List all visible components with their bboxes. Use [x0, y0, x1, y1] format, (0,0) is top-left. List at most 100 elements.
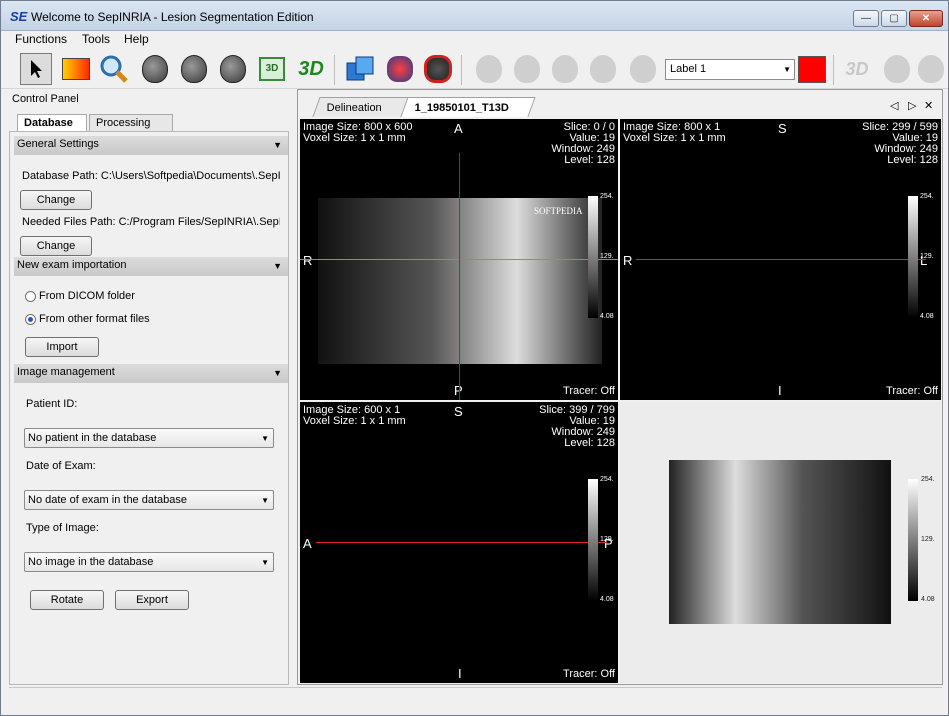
pane-info-left: Image Size: 800 x 1 Voxel Size: 1 x 1 mm	[623, 122, 726, 144]
window-title: Welcome to SepINRIA - Lesion Segmentatio…	[31, 10, 314, 24]
toolbar-separator	[833, 55, 834, 85]
brain-disabled-icon	[590, 55, 616, 83]
tab-exam[interactable]: 1_19850101_T13D	[400, 97, 536, 117]
gradient-icon	[62, 58, 90, 80]
multi-view-tool[interactable]: 3D	[256, 53, 288, 85]
colorbar-min: 4.08	[600, 313, 614, 320]
chevron-down-icon: ▼	[261, 558, 269, 567]
date-of-exam-select[interactable]: No date of exam in the database ▼	[24, 490, 274, 510]
colorbar-max: 254.	[920, 193, 934, 200]
orientation-top: S	[454, 404, 463, 419]
patient-id-select[interactable]: No patient in the database ▼	[24, 428, 274, 448]
coronal-view-tool[interactable]	[178, 53, 210, 85]
pane-info-right: Slice: 0 / 0 Value: 19 Window: 249 Level…	[551, 122, 615, 166]
brain-disabled-icon	[514, 55, 540, 83]
tracer-status: Tracer: Off	[563, 668, 615, 680]
brain-coronal-icon	[181, 55, 207, 83]
chevron-down-icon: ▼	[261, 434, 269, 443]
3d-disabled-icon: 3D	[845, 58, 869, 79]
collapse-triangle-icon: ▼	[273, 261, 282, 271]
axial-view-pane[interactable]: Image Size: 800 x 600 Voxel Size: 1 x 1 …	[300, 119, 618, 400]
axial-view-tool[interactable]	[139, 53, 171, 85]
disabled-tool	[881, 53, 913, 85]
zoom-tool[interactable]	[98, 53, 130, 85]
tab-prev-icon[interactable]: ◁	[890, 99, 898, 112]
brain-red-arrows-icon	[424, 55, 452, 83]
collapse-triangle-icon: ▼	[273, 140, 282, 150]
sagittal-view-pane[interactable]: Image Size: 600 x 1 Voxel Size: 1 x 1 mm…	[300, 402, 618, 683]
tab-label: Delineation	[326, 102, 382, 114]
import-button[interactable]: Import	[25, 337, 99, 357]
change-needed-files-button[interactable]: Change	[20, 236, 92, 256]
colorbar-mid: 129.	[600, 536, 614, 543]
menu-help[interactable]: Help	[124, 32, 149, 46]
database-path-label: Database Path: C:\Users\Softpedia\Docume…	[22, 170, 280, 182]
new-exam-importation-header[interactable]: New exam importation ▼	[14, 257, 288, 276]
disabled-3d-tool: 3D	[841, 53, 873, 85]
minimize-button[interactable]: —	[853, 10, 879, 27]
tab-close-icon[interactable]: ✕	[924, 99, 933, 112]
segment-tool[interactable]	[384, 53, 416, 85]
export-button[interactable]: Export	[115, 590, 189, 610]
general-settings-header[interactable]: General Settings ▼	[14, 136, 288, 155]
coronal-view-pane[interactable]: Image Size: 800 x 1 Voxel Size: 1 x 1 mm…	[620, 119, 941, 400]
menu-tools[interactable]: Tools	[82, 32, 110, 46]
3d-view-pane[interactable]: 254. 129. 4.08	[620, 402, 941, 683]
voxel-size-text: Voxel Size: 1 x 1 mm	[623, 132, 726, 144]
sagittal-view-tool[interactable]	[217, 53, 249, 85]
needed-files-path-label: Needed Files Path: C:/Program Files/SepI…	[22, 216, 280, 228]
colorbar	[908, 196, 918, 318]
pointer-tool[interactable]	[20, 53, 52, 85]
tab-delineation[interactable]: Delineation	[312, 97, 410, 117]
control-panel-title: Control Panel	[12, 93, 79, 105]
label-color-swatch[interactable]	[798, 56, 826, 83]
colorbar-mid: 129.	[600, 253, 614, 260]
section-title: General Settings	[17, 138, 99, 150]
label-select[interactable]: Label 1 ▼	[665, 59, 795, 80]
date-of-exam-label: Date of Exam:	[26, 460, 96, 472]
colorbar	[588, 196, 598, 318]
voxel-size-text: Voxel Size: 1 x 1 mm	[303, 132, 406, 144]
orientation-left: R	[303, 253, 313, 268]
toolbar-separator	[334, 55, 335, 85]
other-format-radio[interactable]	[25, 314, 36, 325]
brain-sagittal-icon	[220, 55, 246, 83]
brain-axial-icon	[142, 55, 168, 83]
crosshair-vertical	[459, 153, 460, 400]
layers-tool[interactable]	[344, 53, 376, 85]
brain-disabled-icon	[630, 55, 656, 83]
3d-render-tool[interactable]: 3D	[295, 53, 327, 85]
close-button[interactable]: ✕	[909, 10, 943, 27]
colorbar-min: 4.08	[921, 596, 935, 603]
chevron-down-icon: ▼	[261, 496, 269, 505]
image-watermark: SOFTPEDIA	[534, 206, 583, 216]
image-management-header[interactable]: Image management ▼	[14, 364, 288, 383]
menu-functions[interactable]: Functions	[15, 32, 67, 46]
copy-layers-icon	[346, 56, 374, 81]
title-bar: SE Welcome to SepINRIA - Lesion Segmenta…	[1, 1, 948, 31]
colorbar-max: 254.	[600, 193, 614, 200]
3d-render-image	[669, 460, 891, 624]
orientation-left: R	[623, 253, 633, 268]
tab-processing[interactable]: Processing	[89, 114, 173, 132]
segment-arrows-tool[interactable]	[422, 53, 454, 85]
toolbar-separator	[461, 55, 462, 85]
menu-bar: Functions Tools Help	[1, 31, 948, 47]
app-logo: SE	[10, 9, 28, 24]
patient-id-label: Patient ID:	[26, 398, 78, 410]
axial-image: SOFTPEDIA	[318, 198, 602, 364]
gradient-tool[interactable]	[60, 53, 92, 85]
brain-disabled-icon	[552, 55, 578, 83]
disabled-tool	[549, 53, 581, 85]
control-panel: Control Panel Database Processing Genera…	[9, 89, 289, 685]
disabled-tool	[473, 53, 505, 85]
date-of-exam-value: No date of exam in the database	[28, 494, 187, 506]
collapse-triangle-icon: ▼	[273, 368, 282, 378]
maximize-button[interactable]: ▢	[881, 10, 907, 27]
orientation-bottom: I	[778, 383, 782, 398]
tab-next-icon[interactable]: ▷	[908, 99, 916, 112]
dicom-folder-radio[interactable]	[25, 291, 36, 302]
change-database-path-button[interactable]: Change	[20, 190, 92, 210]
rotate-button[interactable]: Rotate	[30, 590, 104, 610]
type-of-image-select[interactable]: No image in the database ▼	[24, 552, 274, 572]
